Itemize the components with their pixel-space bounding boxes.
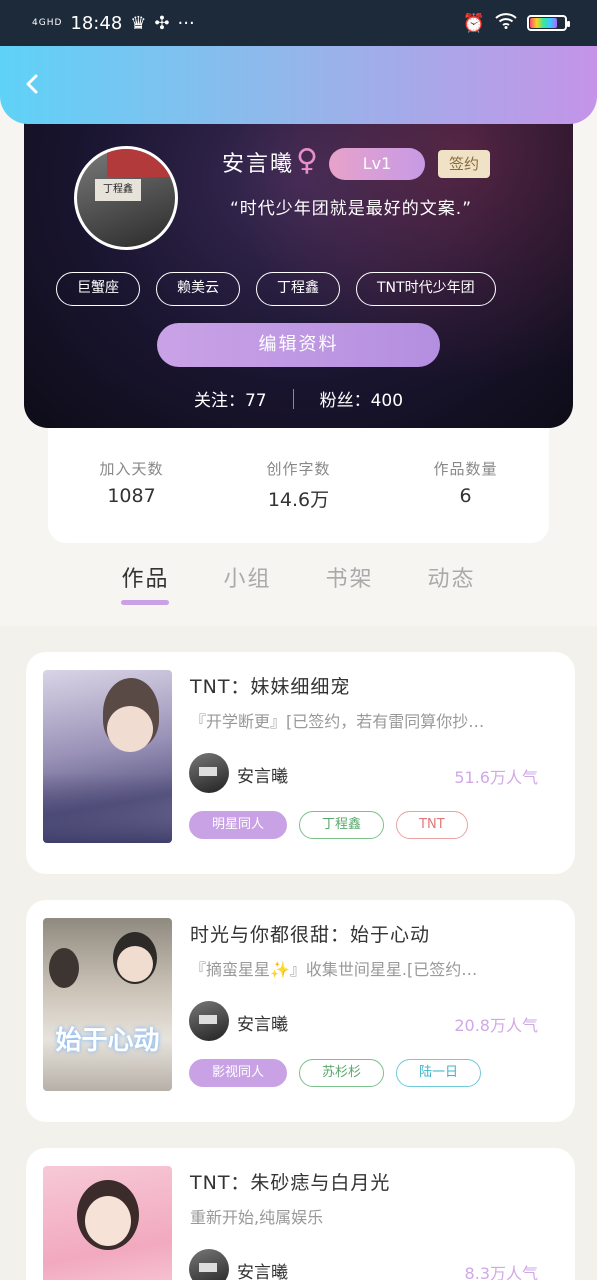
- book-card[interactable]: TNT：妹妹细细宠 『开学断更』[已签约，若有雷同算你抄… 安言曦 51.6万人…: [26, 652, 575, 874]
- author-name[interactable]: 安言曦: [237, 1258, 288, 1280]
- status-bar: 4GHD 18:48 ♛ ✣ ··· ⏰: [0, 0, 597, 46]
- profile-tag[interactable]: TNT时代少年团: [356, 272, 496, 306]
- book-title[interactable]: 时光与你都很甜：始于心动: [190, 920, 430, 947]
- wifi-icon: [495, 12, 517, 34]
- tab-bookshelf[interactable]: 书架: [326, 555, 374, 625]
- more-notifications: ···: [177, 12, 195, 34]
- book-desc: 重新开始,纯属娱乐: [190, 1208, 324, 1227]
- popularity: 20.8万人气: [454, 1016, 538, 1035]
- avatar[interactable]: 丁程鑫: [74, 146, 178, 250]
- tab-works[interactable]: 作品: [121, 555, 170, 625]
- stat-words-written: 创作字数 14.6万: [266, 460, 331, 511]
- stat-works-count: 作品数量 6: [433, 460, 498, 507]
- stats-panel: 加入天数 1087 创作字数 14.6万 作品数量 6: [48, 428, 549, 543]
- book-desc: 『开学断更』[已签约，若有雷同算你抄…: [190, 712, 485, 731]
- book-title[interactable]: TNT：妹妹细细宠: [190, 672, 350, 699]
- book-tag[interactable]: 苏杉杉: [299, 1059, 385, 1087]
- popularity: 8.3万人气: [464, 1264, 538, 1280]
- book-card[interactable]: TNT：朱砂痣与白月光 重新开始,纯属娱乐 安言曦 8.3万人气: [26, 1148, 575, 1280]
- profile-tabs: 作品 小组 书架 动态: [0, 555, 597, 625]
- crown-icon: ♛: [130, 12, 147, 34]
- cover-title: 始于心动: [55, 1026, 160, 1056]
- level-badge: Lv1: [329, 148, 425, 180]
- tab-groups[interactable]: 小组: [223, 555, 271, 625]
- fan-icon: ✣: [154, 12, 170, 34]
- clock: 18:48: [70, 12, 123, 34]
- alarm-icon: ⏰: [462, 12, 485, 34]
- back-button[interactable]: [20, 71, 46, 97]
- stat-days-joined: 加入天数 1087: [99, 460, 164, 507]
- book-cover[interactable]: [43, 670, 172, 843]
- tab-activity[interactable]: 动态: [428, 555, 476, 625]
- following-count[interactable]: 关注：77: [194, 386, 267, 411]
- book-tags: 影视同人 苏杉杉 陆一日: [189, 1059, 482, 1087]
- book-desc: 『摘蛮星星✨』收集世间星星.[已签约…: [190, 960, 478, 979]
- book-card[interactable]: 始于心动 时光与你都很甜：始于心动 『摘蛮星星✨』收集世间星星.[已签约… 安言…: [26, 900, 575, 1122]
- book-tag[interactable]: TNT: [396, 811, 468, 839]
- female-icon: ♀: [296, 143, 318, 178]
- network-indicator: 4GHD: [32, 18, 63, 28]
- author-avatar[interactable]: [189, 1249, 229, 1280]
- book-cover[interactable]: 始于心动: [43, 918, 172, 1091]
- profile-motto: “时代少年团就是最好的文案.”: [230, 199, 473, 219]
- avatar-name-tag: 丁程鑫: [95, 179, 141, 201]
- follow-stats: 关注：77 粉丝：400: [24, 386, 573, 411]
- divider: [292, 388, 294, 409]
- battery-icon: [527, 15, 570, 31]
- edit-profile-button[interactable]: 编辑资料: [157, 323, 440, 367]
- author-avatar[interactable]: [189, 753, 229, 793]
- top-header: [0, 46, 597, 124]
- signed-badge: 签约: [438, 150, 490, 178]
- profile-card: 丁程鑫 安言曦 ♀ Lv1 签约 “时代少年团就是最好的文案.” 巨蟹座 赖美云…: [24, 118, 573, 428]
- author-name[interactable]: 安言曦: [237, 1010, 288, 1035]
- username: 安言曦: [222, 152, 295, 177]
- book-title[interactable]: TNT：朱砂痣与白月光: [190, 1168, 390, 1195]
- chevron-left-icon: [26, 74, 38, 94]
- book-tags: 明星同人 丁程鑫 TNT: [189, 811, 468, 839]
- book-cover[interactable]: [43, 1166, 172, 1280]
- book-tag[interactable]: 影视同人: [189, 1059, 288, 1087]
- popularity: 51.6万人气: [454, 768, 538, 787]
- book-tag[interactable]: 丁程鑫: [299, 811, 385, 839]
- book-tag[interactable]: 明星同人: [189, 811, 288, 839]
- author-name[interactable]: 安言曦: [237, 762, 288, 787]
- profile-tag[interactable]: 丁程鑫: [256, 272, 340, 306]
- profile-tag[interactable]: 巨蟹座: [56, 272, 140, 306]
- profile-tag[interactable]: 赖美云: [156, 272, 240, 306]
- profile-tags: 巨蟹座 赖美云 丁程鑫 TNT时代少年团: [56, 272, 496, 306]
- author-avatar[interactable]: [189, 1001, 229, 1041]
- book-tag[interactable]: 陆一日: [396, 1059, 482, 1087]
- fans-count[interactable]: 粉丝：400: [320, 386, 403, 411]
